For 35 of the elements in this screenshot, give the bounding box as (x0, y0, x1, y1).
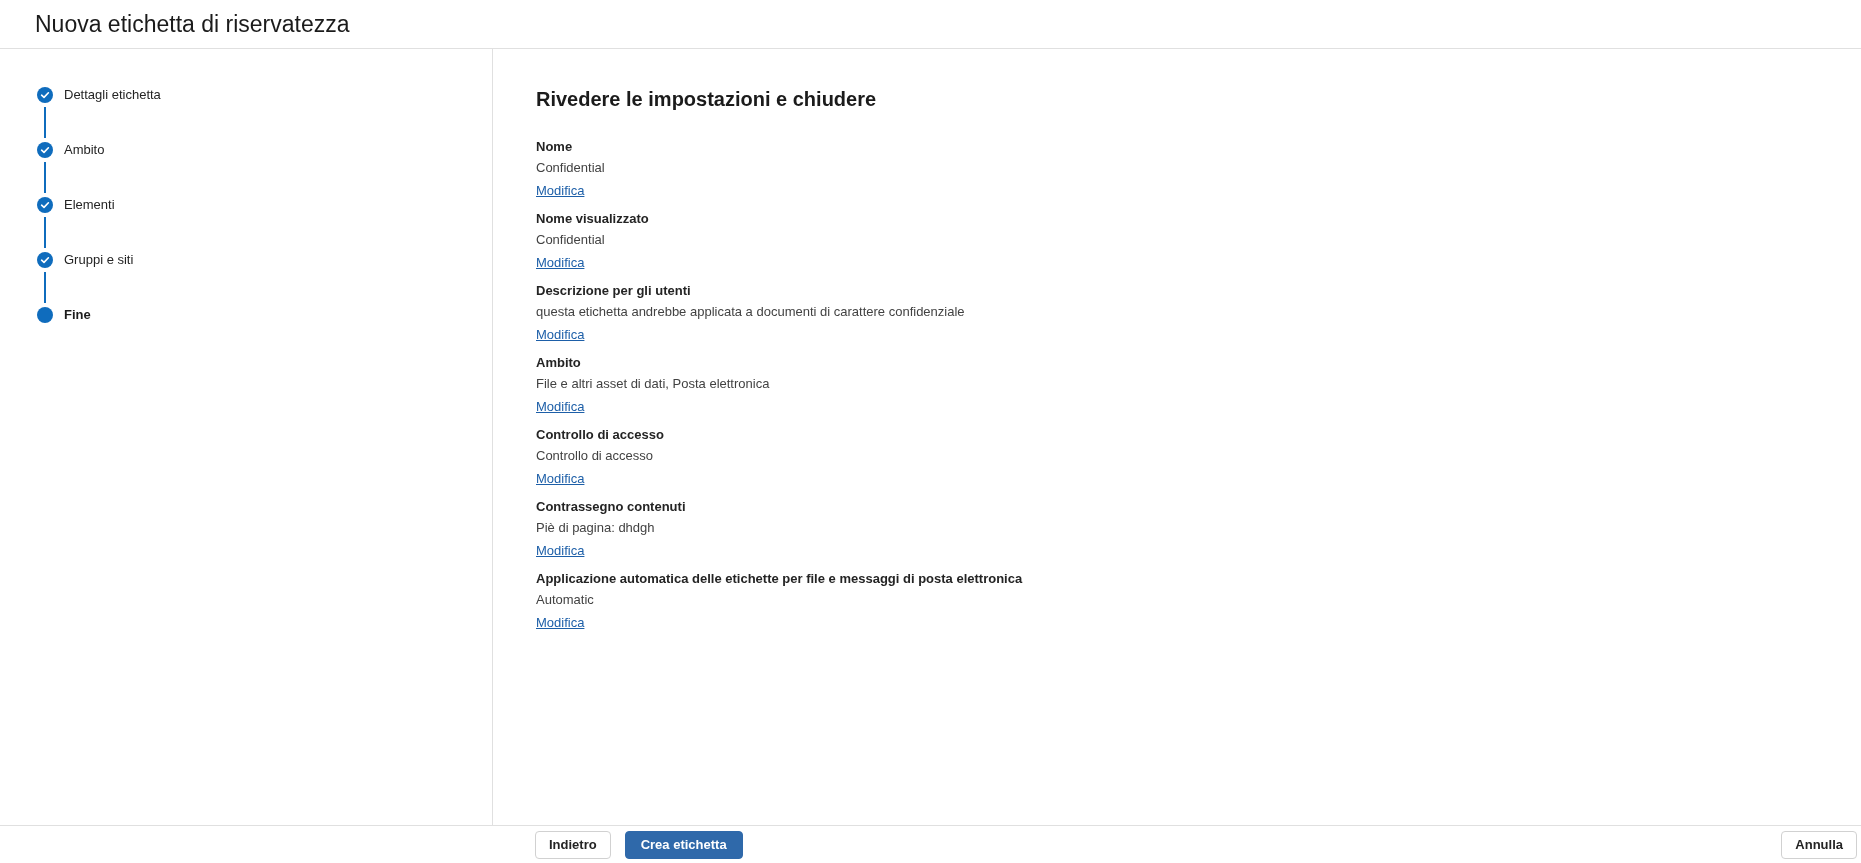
step-label: Gruppi e siti (64, 252, 134, 268)
edit-link[interactable]: Modifica (536, 541, 585, 561)
setting-value: File e altri asset di dati, Posta elettronica (536, 375, 770, 393)
setting-value: Confidential (536, 159, 605, 177)
setting-value: Confidential (536, 231, 605, 249)
cancel-button[interactable]: Annulla (1781, 830, 1857, 859)
page-title: Nuova etichetta di riservatezza (35, 10, 350, 39)
step-connector-line (44, 162, 46, 193)
setting-label: Nome (536, 138, 573, 156)
step-label: Elementi (64, 197, 115, 213)
setting-label: Controllo di accesso (536, 426, 664, 444)
edit-link[interactable]: Modifica (536, 469, 585, 489)
edit-link[interactable]: Modifica (536, 613, 585, 633)
setting-label: Nome visualizzato (536, 210, 649, 228)
edit-link[interactable]: Modifica (536, 397, 585, 417)
setting-value: Automatic (536, 591, 594, 609)
edit-link[interactable]: Modifica (536, 253, 585, 273)
section-heading: Rivedere le impostazioni e chiudere (536, 87, 878, 112)
step-label: Dettagli etichetta (64, 87, 161, 103)
step-connector-line (44, 272, 46, 303)
setting-label: Contrassegno contenuti (536, 498, 686, 516)
setting-value: Piè di pagina: dhdgh (536, 519, 655, 537)
edit-link[interactable]: Modifica (536, 181, 585, 201)
create-button[interactable]: Crea etichetta (624, 830, 743, 859)
setting-value: Controllo di accesso (536, 447, 654, 465)
setting-label: Applicazione automatica delle etichette per file e messaggi di posta elettronica (536, 570, 1023, 588)
back-button[interactable]: Indietro (535, 830, 611, 859)
setting-label: Descrizione per gli utenti (536, 282, 691, 300)
step-connector-line (44, 107, 46, 138)
step-label: Ambito (64, 142, 105, 158)
setting-label: Ambito (536, 354, 581, 372)
setting-value: questa etichetta andrebbe applicata a documenti di carattere confidenziale (536, 303, 965, 321)
step-connector-line (44, 217, 46, 248)
step-label: Fine (64, 307, 91, 323)
edit-link[interactable]: Modifica (536, 325, 585, 345)
